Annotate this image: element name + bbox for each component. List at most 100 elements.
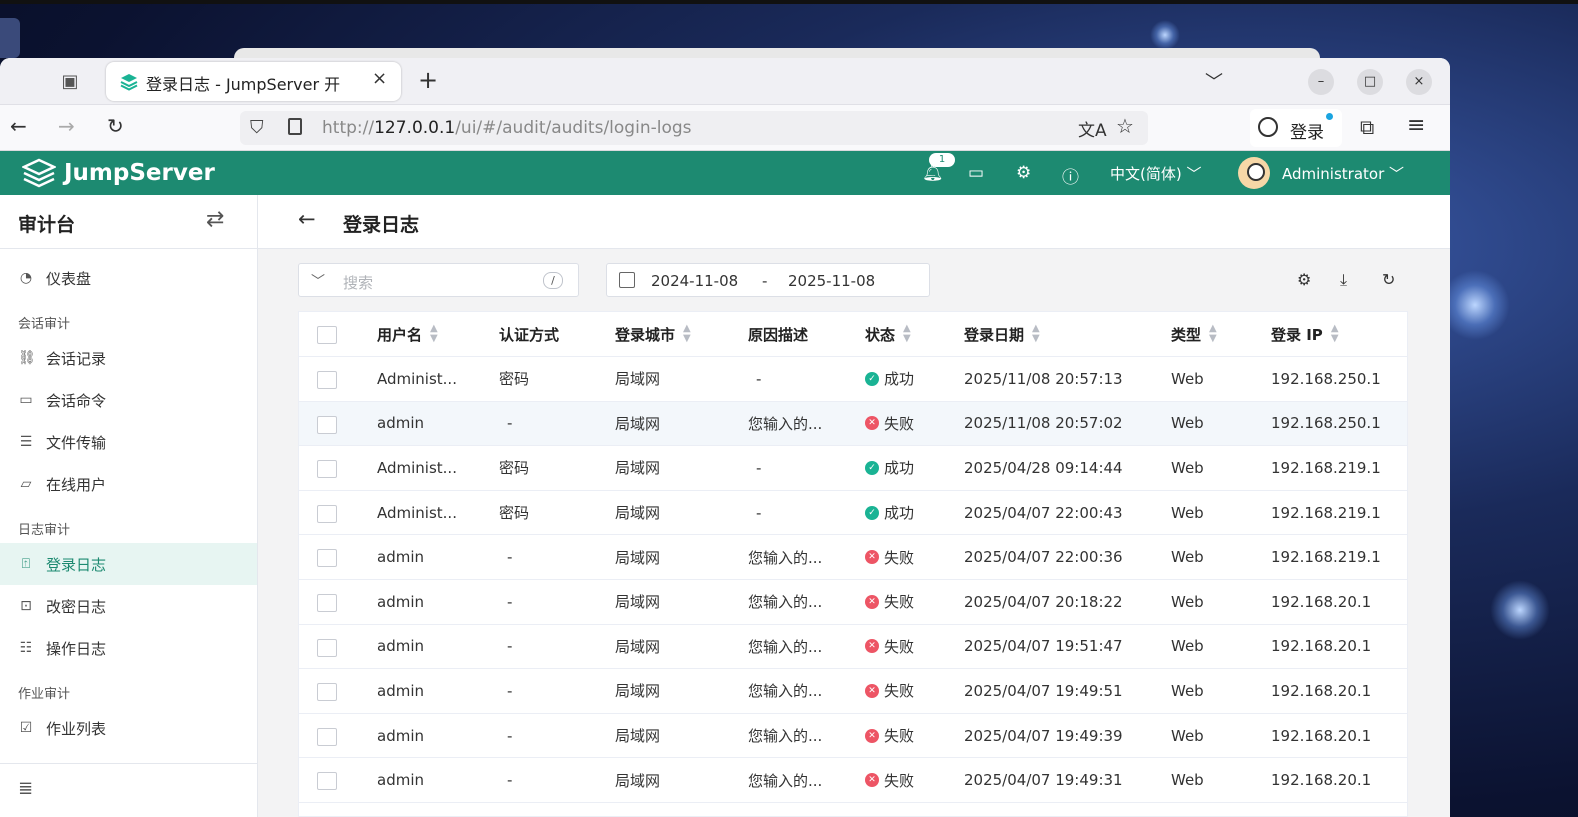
column-header-date[interactable]: 登录日期 ▲ ▼	[964, 312, 1040, 356]
date-start[interactable]: 2024-11-08	[651, 272, 738, 290]
column-header-username[interactable]: 用户名 ▲ ▼	[377, 312, 438, 356]
jumpserver-logo[interactable]: JumpServer	[22, 157, 215, 189]
shield-icon[interactable]: ⛉	[250, 117, 264, 138]
table-row[interactable]: admin - 局域网 您输入的... ✕ 失败 2025/11/08 20:57:02 We…	[299, 401, 1407, 447]
tab-login-logs[interactable]: 登录日志 - JumpServer 开 ×	[106, 62, 401, 101]
table-row[interactable]: admin - 局域网 您输入的... ✕ 失败 2025/04/07 19:49:31 We…	[299, 758, 1407, 803]
switch-view-icon[interactable]: ⇄	[206, 207, 224, 232]
web-terminal-icon[interactable]: ▭	[968, 163, 984, 183]
row-checkbox[interactable]	[317, 415, 337, 434]
minimize-button[interactable]: –	[1308, 69, 1334, 95]
cell-username[interactable]: Administ...	[377, 446, 457, 490]
sort-icon[interactable]: ▲ ▼	[1032, 324, 1040, 344]
sidebar-item-session-records[interactable]: ⛓ 会话记录	[0, 337, 257, 379]
column-header-ip[interactable]: 登录 IP ▲ ▼	[1271, 312, 1339, 356]
row-checkbox[interactable]	[317, 460, 337, 479]
hamburger-menu-icon[interactable]: ≡	[1407, 113, 1425, 138]
table-row[interactable]: Administ... 密码 局域网 - ✓ 成功 2025/04/07 22:00:43 W…	[299, 491, 1407, 536]
sort-icon[interactable]: ▲ ▼	[903, 324, 911, 344]
cell-reason[interactable]: 您输入的...	[748, 625, 822, 669]
table-settings-gear-icon[interactable]: ⚙	[1297, 270, 1311, 289]
language-selector[interactable]: 中文(简体) ﹀	[1110, 163, 1201, 184]
sort-icon[interactable]: ▲ ▼	[1209, 324, 1217, 344]
bookmark-star-icon[interactable]: ☆	[1116, 114, 1134, 138]
sidebar-item-password-change-logs[interactable]: ⊡ 改密日志	[0, 585, 257, 627]
column-header-status[interactable]: 状态 ▲ ▼	[865, 312, 911, 356]
avatar[interactable]	[1238, 157, 1270, 189]
tab-close-icon[interactable]: ×	[372, 68, 387, 89]
column-header-type[interactable]: 类型 ▲ ▼	[1171, 312, 1217, 356]
table-row[interactable]: Administ... 密码 局域网 - ✓ 成功 2025/04/28 09:14:44 W…	[299, 446, 1407, 491]
table-row[interactable]: admin - 局域网 您输入的... ✕ 失败 2025/04/07 20:18:22 We…	[299, 580, 1407, 625]
extensions-icon[interactable]: ⧉	[1360, 115, 1374, 139]
cell-reason[interactable]: 您输入的...	[748, 714, 822, 758]
table-row[interactable]: Administ... 密码 局域网 - ✓ 成功 2025/11/08 20:57:13 W…	[299, 357, 1407, 402]
row-checkbox[interactable]	[317, 638, 337, 657]
cell-username[interactable]: admin	[377, 580, 424, 624]
cell-username[interactable]: admin	[377, 758, 424, 802]
table-row[interactable]: admin - 局域网 您输入的... ✕ 失败 2025/04/07 19:51:47 We…	[299, 625, 1407, 670]
column-header-city[interactable]: 登录城市 ▲ ▼	[615, 312, 691, 356]
row-checkbox[interactable]	[317, 594, 337, 612]
sidebar-item-job-list[interactable]: ☑ 作业列表	[0, 707, 257, 749]
date-end[interactable]: 2025-11-08	[788, 272, 875, 290]
new-tab-button[interactable]: +	[418, 66, 438, 94]
sidebar-item-login-logs[interactable]: ⍐ 登录日志	[0, 543, 257, 585]
address-bar[interactable]: ⛉ http://127.0.0.1/ui/#/audit/audits/log…	[240, 111, 1148, 145]
help-icon[interactable]: ⓘ	[1062, 163, 1079, 188]
close-window-button[interactable]: ×	[1406, 69, 1432, 95]
cell-reason[interactable]: 您输入的...	[748, 580, 822, 624]
table-row[interactable]: admin - 局域网 您输入的... ✕ 失败 2025/04/07 22:00:36 We…	[299, 535, 1407, 580]
export-download-icon[interactable]: ⤓	[1340, 270, 1347, 290]
cell-username[interactable]: admin	[377, 402, 424, 446]
maximize-button[interactable]: □	[1357, 69, 1383, 95]
row-checkbox[interactable]	[317, 504, 337, 523]
cell-username[interactable]: admin	[377, 535, 424, 579]
refresh-icon[interactable]: ↻	[1382, 270, 1395, 289]
sort-icon[interactable]: ▲ ▼	[1331, 324, 1339, 344]
reload-icon[interactable]: ↻	[107, 114, 124, 138]
row-checkbox[interactable]	[317, 727, 337, 746]
settings-gear-icon[interactable]: ⚙	[1016, 163, 1031, 183]
user-menu[interactable]: Administrator ﹀	[1282, 163, 1404, 184]
translate-icon[interactable]: 文A	[1078, 116, 1107, 141]
cell-reason[interactable]: 您输入的...	[748, 535, 822, 579]
cell-reason[interactable]: 您输入的...	[748, 669, 822, 713]
sidebar-item-online-users[interactable]: ▱ 在线用户	[0, 463, 257, 505]
cell-username[interactable]: admin	[377, 714, 424, 758]
forward-icon[interactable]: →	[58, 114, 75, 138]
sort-icon[interactable]: ▲ ▼	[430, 324, 438, 344]
url-text[interactable]: http://127.0.0.1/ui/#/audit/audits/login…	[322, 118, 692, 138]
cell-reason[interactable]: 您输入的...	[748, 758, 822, 802]
chevron-down-icon[interactable]: ﹀	[311, 271, 325, 291]
row-checkbox[interactable]	[317, 683, 337, 702]
cell-username[interactable]: Administ...	[377, 491, 457, 535]
row-checkbox[interactable]	[317, 549, 337, 568]
sidebar-item-file-transfer[interactable]: ☰ 文件传输	[0, 421, 257, 463]
sort-icon[interactable]: ▲ ▼	[683, 324, 691, 344]
cell-username[interactable]: admin	[377, 625, 424, 669]
sidebar-item-session-commands[interactable]: ▭ 会话命令	[0, 379, 257, 421]
row-checkbox[interactable]	[317, 371, 337, 389]
table-row[interactable]: admin - 局域网 您输入的... ✕ 失败 2025/04/07 19:49:39 We…	[299, 714, 1407, 759]
page-info-icon[interactable]	[288, 118, 302, 135]
desktop-dock-item[interactable]	[0, 18, 20, 58]
account-button[interactable]: 登录	[1250, 109, 1342, 147]
table-row[interactable]: admin - 局域网 您输入的... ✕ 失败 2025/04/07 19:49:51 We…	[299, 669, 1407, 714]
cell-reason[interactable]: -	[756, 357, 761, 401]
back-arrow-icon[interactable]: ←	[298, 207, 316, 231]
cell-reason[interactable]: -	[756, 446, 761, 490]
back-icon[interactable]: ←	[10, 114, 27, 138]
sidebar-item-operation-logs[interactable]: ☷ 操作日志	[0, 627, 257, 669]
cell-reason[interactable]: 您输入的...	[748, 402, 822, 446]
collapse-sidebar-icon[interactable]: ≣	[18, 778, 33, 799]
date-range-picker[interactable]: 2024-11-08 - 2025-11-08	[606, 263, 930, 297]
tab-list-chevron-icon[interactable]: ﹀	[1205, 68, 1223, 94]
cell-username[interactable]: admin	[377, 669, 424, 713]
cell-reason[interactable]: -	[756, 491, 761, 535]
row-checkbox[interactable]	[317, 772, 337, 791]
select-all-checkbox[interactable]	[317, 326, 337, 344]
tab-groups-icon[interactable]: ▣	[58, 71, 82, 93]
sidebar-item-dashboard[interactable]: ◔ 仪表盘	[0, 257, 257, 299]
search-input[interactable]: ﹀ 搜索 /	[298, 263, 579, 297]
